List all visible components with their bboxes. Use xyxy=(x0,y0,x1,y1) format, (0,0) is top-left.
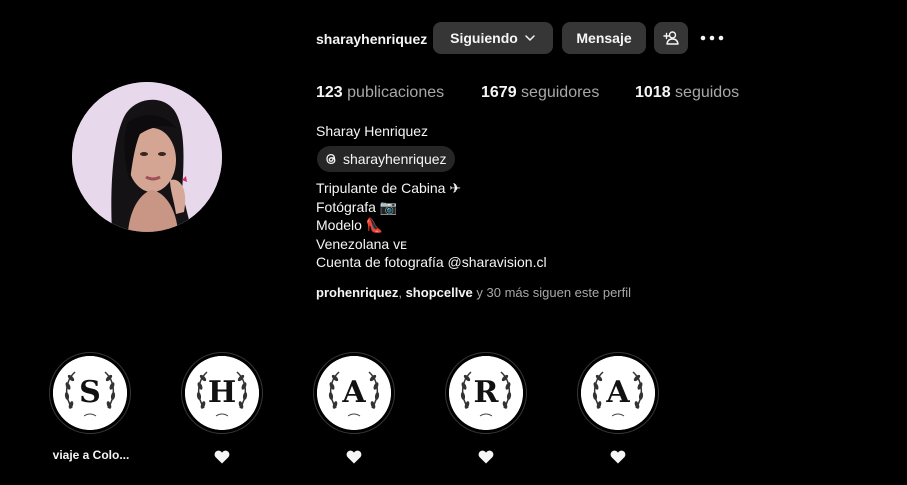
more-options-icon[interactable] xyxy=(700,30,724,46)
chevron-down-icon xyxy=(525,35,535,42)
followed-by-separator: , xyxy=(398,285,406,300)
highlight-item[interactable]: S viaje a Colo... xyxy=(49,352,133,462)
followed-by-rest: y 30 más siguen este perfil xyxy=(472,285,632,300)
following-stat[interactable]: 1018 seguidos xyxy=(635,84,739,102)
suggest-user-button[interactable] xyxy=(654,22,688,54)
posts-label: publicaciones xyxy=(347,84,445,101)
message-button[interactable]: Mensaje xyxy=(562,22,646,54)
followers-label: seguidores xyxy=(521,84,600,101)
bio-line: Venezolana ᴠᴇ xyxy=(316,235,407,252)
profile-bio: Tripulante de Cabina ✈ Fotógrafa 📷 Model… xyxy=(316,179,547,272)
highlight-logo: R xyxy=(449,356,523,430)
followers-stat[interactable]: 1679 seguidores xyxy=(481,84,599,102)
profile-avatar[interactable] xyxy=(72,82,222,232)
bio-line: Cuenta de fotografía @sharavision.cl xyxy=(316,254,547,270)
heart-icon xyxy=(214,450,230,464)
highlight-logo: A xyxy=(317,356,391,430)
highlight-letter: S xyxy=(79,375,101,410)
profile-full-name: Sharay Henriquez xyxy=(316,123,429,139)
highlight-letter: H xyxy=(208,375,236,410)
following-label: seguidos xyxy=(675,84,740,101)
followed-by-user[interactable]: shopcellve xyxy=(406,285,473,300)
following-button-label: Siguiendo xyxy=(450,30,518,46)
bio-line: Tripulante de Cabina ✈ xyxy=(316,180,462,196)
heart-icon xyxy=(610,450,626,464)
avatar-photo xyxy=(72,82,222,232)
posts-stat: 123 publicaciones xyxy=(316,84,444,102)
heart-icon xyxy=(478,450,494,464)
highlight-cover[interactable]: R xyxy=(445,352,527,434)
followed-by[interactable]: prohenriquez, shopcellve y 30 más siguen… xyxy=(316,285,631,300)
threads-icon xyxy=(326,153,336,165)
highlight-letter: R xyxy=(474,375,500,410)
following-button[interactable]: Siguiendo xyxy=(433,22,553,54)
message-button-label: Mensaje xyxy=(576,30,632,46)
add-person-icon xyxy=(663,31,679,45)
following-count: 1018 xyxy=(635,84,671,101)
profile-username[interactable]: sharayhenriquez xyxy=(316,31,427,47)
highlight-cover[interactable]: A xyxy=(313,352,395,434)
highlight-item[interactable]: A xyxy=(313,352,397,464)
highlight-logo: S xyxy=(53,356,127,430)
highlight-letter: A xyxy=(605,375,630,410)
highlight-item[interactable]: R xyxy=(445,352,529,464)
followers-count: 1679 xyxy=(481,84,517,101)
bio-line: Modelo 👠 xyxy=(316,217,384,233)
bio-line: Fotógrafa 📷 xyxy=(316,198,398,215)
highlight-logo: A xyxy=(581,356,655,430)
highlight-item[interactable]: H xyxy=(181,352,265,464)
heart-icon xyxy=(346,450,362,464)
posts-count: 123 xyxy=(316,84,343,101)
highlight-logo: H xyxy=(185,356,259,430)
highlight-cover[interactable]: S xyxy=(49,352,131,434)
highlight-cover[interactable]: H xyxy=(181,352,263,434)
highlight-item[interactable]: A xyxy=(577,352,661,464)
threads-handle: sharayhenriquez xyxy=(343,151,447,167)
highlight-label: viaje a Colo... xyxy=(52,448,130,462)
threads-badge[interactable]: sharayhenriquez xyxy=(317,146,455,172)
highlight-letter: A xyxy=(341,375,366,410)
followed-by-user[interactable]: prohenriquez xyxy=(316,285,398,300)
highlight-cover[interactable]: A xyxy=(577,352,659,434)
